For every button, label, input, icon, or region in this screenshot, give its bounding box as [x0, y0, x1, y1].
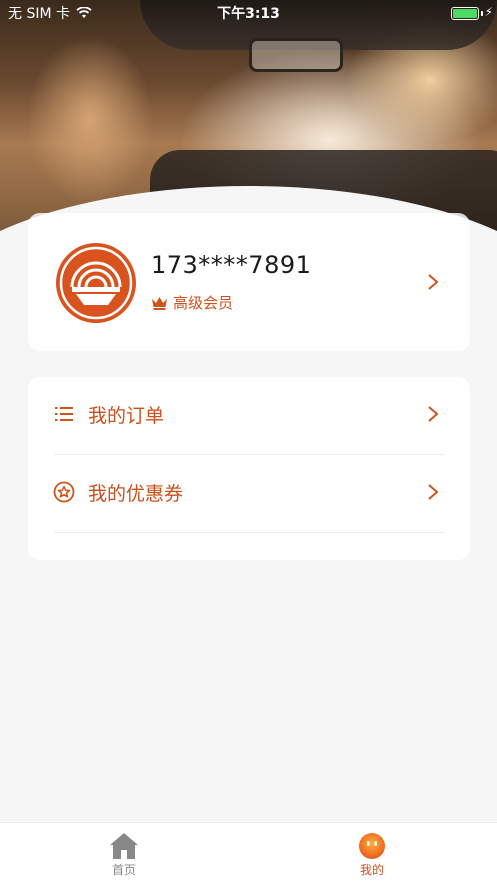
status-bar: 无 SIM 卡 下午3:13 ⚡	[0, 0, 497, 26]
profile-screen: 无 SIM 卡 下午3:13 ⚡ 173****7891 高级会员 我的订单 我…	[0, 0, 497, 883]
menu-item-orders-label: 我的订单	[88, 405, 165, 427]
smiley-icon	[359, 833, 385, 859]
tab-mine[interactable]: 我的	[248, 823, 496, 883]
menu-card: 我的订单 我的优惠券	[28, 377, 470, 560]
chevron-right-icon	[428, 484, 439, 500]
membership-label: 高级会员	[173, 294, 234, 312]
battery-icon	[451, 7, 479, 20]
divider	[54, 532, 444, 533]
tab-bar: 首页 我的	[0, 822, 497, 883]
list-icon	[55, 407, 73, 421]
home-icon	[110, 833, 138, 859]
charging-bolt-icon: ⚡	[484, 5, 493, 19]
membership-badge: 高级会员	[151, 292, 233, 313]
chevron-right-icon	[428, 406, 439, 422]
chevron-right-icon[interactable]	[427, 273, 439, 291]
phone-number: 173****7891	[151, 251, 312, 279]
battery-tip	[481, 11, 483, 16]
brand-logo-icon[interactable]	[54, 241, 138, 325]
menu-item-coupons-label: 我的优惠券	[88, 483, 184, 505]
rear-mirror-decoration	[249, 38, 343, 72]
menu-item-orders[interactable]: 我的订单	[28, 377, 470, 455]
crown-icon	[152, 296, 167, 310]
profile-card[interactable]: 173****7891 高级会员	[28, 213, 470, 351]
tab-home-label: 首页	[111, 863, 136, 877]
tab-mine-label: 我的	[359, 863, 384, 877]
tab-home[interactable]: 首页	[0, 823, 248, 883]
status-time: 下午3:13	[217, 6, 280, 22]
star-coupon-icon	[53, 481, 75, 503]
menu-item-coupons[interactable]: 我的优惠券	[28, 455, 470, 533]
